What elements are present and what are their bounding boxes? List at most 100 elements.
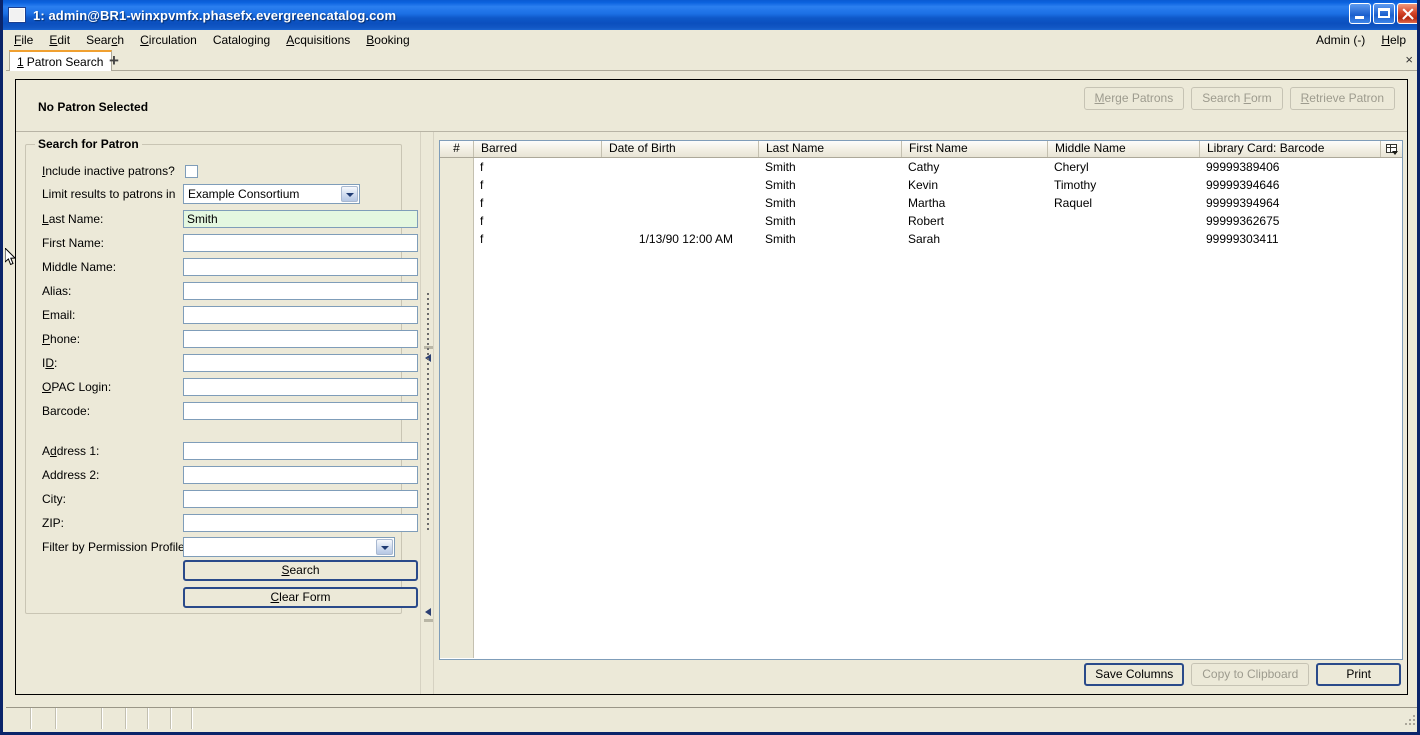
results-grid: # Barred Date of Birth Last Name First N… <box>439 140 1403 660</box>
include-inactive-checkbox[interactable] <box>185 164 198 178</box>
close-tab-icon[interactable]: × <box>1405 53 1413 67</box>
status-cell <box>32 708 57 729</box>
column-header-dob[interactable]: Date of Birth <box>601 141 758 157</box>
cell-last-name: Smith <box>765 213 796 228</box>
tab-patron-search[interactable]: 1 Patron Search <box>9 50 113 71</box>
label-middle-name: Middle Name: <box>42 260 117 274</box>
id-input[interactable] <box>183 354 418 372</box>
menu-edit[interactable]: Edit <box>41 31 78 50</box>
column-header-num[interactable]: # <box>440 141 473 157</box>
copy-to-clipboard-button[interactable]: Copy to Clipboard <box>1191 663 1310 686</box>
column-header-barred[interactable]: Barred <box>473 141 601 157</box>
menu-bar-right: Admin (-) Help <box>1308 31 1417 50</box>
status-bar <box>6 707 1417 729</box>
address-1-input[interactable] <box>183 442 418 460</box>
limit-results-combo[interactable]: Example Consortium <box>183 184 360 204</box>
close-button[interactable] <box>1397 3 1417 24</box>
table-row[interactable]: 1 f Smith Cathy Cheryl 99999389406 <box>440 158 1402 176</box>
city-input[interactable] <box>183 490 418 508</box>
menu-file[interactable]: File <box>6 31 41 50</box>
status-cell <box>172 708 193 729</box>
limit-results-value: Example Consortium <box>188 187 300 201</box>
column-header-last-name[interactable]: Last Name <box>758 141 901 157</box>
new-tab-button[interactable]: + <box>105 52 123 70</box>
row-first-name: First Name: <box>26 231 418 255</box>
menu-cataloging[interactable]: Cataloging <box>205 31 278 50</box>
cell-barred: f <box>480 195 484 210</box>
row-id: ID: <box>26 351 418 375</box>
retrieve-patron-button[interactable]: Retrieve Patron <box>1289 87 1395 110</box>
cell-barcode: 99999394964 <box>1206 195 1280 210</box>
cell-barcode: 99999303411 <box>1206 231 1279 246</box>
cell-barred: f <box>480 231 484 246</box>
column-picker-button[interactable] <box>1380 141 1402 157</box>
opac-login-input[interactable] <box>183 378 418 396</box>
label-alias: Alias: <box>42 284 72 298</box>
table-row[interactable]: 3 f Smith Martha Raquel 99999394964 <box>440 194 1402 212</box>
menu-acquisitions[interactable]: Acquisitions <box>278 31 358 50</box>
clear-form-button[interactable]: Clear Form <box>183 587 418 608</box>
row-alias: Alias: <box>26 279 418 303</box>
menu-help[interactable]: Help <box>1373 31 1414 50</box>
label-phone: Phone: <box>42 332 81 346</box>
pane-splitter[interactable] <box>420 132 434 694</box>
last-name-input[interactable] <box>183 210 418 228</box>
row-zip: ZIP: <box>26 511 418 535</box>
barcode-input[interactable] <box>183 402 418 420</box>
chevron-down-icon[interactable] <box>376 539 393 555</box>
status-cell <box>149 708 172 729</box>
search-button[interactable]: Search <box>183 560 418 581</box>
menu-search[interactable]: Search <box>78 31 132 50</box>
label-opac-login: OPAC Login: <box>42 380 112 394</box>
cell-first-name: Martha <box>908 195 946 210</box>
column-header-middle-name[interactable]: Middle Name <box>1047 141 1199 157</box>
permission-profile-combo[interactable] <box>183 537 395 557</box>
zip-input[interactable] <box>183 514 418 532</box>
chevron-down-icon[interactable] <box>341 186 358 202</box>
status-cell <box>6 708 32 729</box>
cell-barred: f <box>480 159 484 174</box>
row-last-name: Last Name: <box>26 207 418 231</box>
minimize-button[interactable] <box>1349 3 1371 24</box>
row-email: Email: <box>26 303 418 327</box>
label-last-name: Last Name: <box>42 212 104 226</box>
resize-grip[interactable] <box>1403 713 1417 727</box>
middle-name-input[interactable] <box>183 258 418 276</box>
results-grid-body: 1 f Smith Cathy Cheryl 99999389406 2 f S… <box>440 158 1402 658</box>
address-2-input[interactable] <box>183 466 418 484</box>
cell-barcode: 99999362675 <box>1206 213 1280 228</box>
save-columns-button[interactable]: Save Columns <box>1084 663 1185 686</box>
results-grid-header: # Barred Date of Birth Last Name First N… <box>440 141 1402 158</box>
table-row[interactable]: 5 f 1/13/90 12:00 AM Smith Sarah 9999930… <box>440 230 1402 248</box>
label-address-1: Address 1: <box>42 444 100 458</box>
cell-middle-name: Cheryl <box>1054 159 1089 174</box>
phone-input[interactable] <box>183 330 418 348</box>
menu-circulation[interactable]: Circulation <box>132 31 205 50</box>
menu-admin[interactable]: Admin (-) <box>1308 31 1373 50</box>
table-row[interactable]: 4 f Smith Robert 99999362675 <box>440 212 1402 230</box>
column-header-first-name[interactable]: First Name <box>901 141 1047 157</box>
merge-patrons-button[interactable]: Merge Patrons <box>1083 87 1185 110</box>
table-row[interactable]: 2 f Smith Kevin Timothy 99999394646 <box>440 176 1402 194</box>
patron-summary-header: No Patron Selected Merge Patrons Search … <box>16 80 1407 132</box>
row-barcode: Barcode: <box>26 399 418 423</box>
first-name-input[interactable] <box>183 234 418 252</box>
print-button[interactable]: Print <box>1316 663 1401 686</box>
label-first-name: First Name: <box>42 236 105 250</box>
status-cell <box>57 708 103 729</box>
splitter-collapse-left-icon-2[interactable] <box>424 607 433 616</box>
label-address-2: Address 2: <box>42 468 100 482</box>
cell-first-name: Kevin <box>908 177 939 192</box>
column-header-library-card-barcode[interactable]: Library Card: Barcode <box>1199 141 1380 157</box>
email-input[interactable] <box>183 306 418 324</box>
alias-input[interactable] <box>183 282 418 300</box>
splitter-grip[interactable] <box>427 293 429 533</box>
menu-booking[interactable]: Booking <box>358 31 417 50</box>
search-form-button[interactable]: Search Form <box>1191 87 1283 110</box>
splitter-cap-bottom <box>424 619 433 622</box>
label-include-inactive: Include inactive patrons? <box>42 164 175 178</box>
tab-number: 1 <box>17 54 24 69</box>
cell-last-name: Smith <box>765 195 796 210</box>
maximize-button[interactable] <box>1373 3 1395 24</box>
row-number-gutter <box>440 158 474 658</box>
